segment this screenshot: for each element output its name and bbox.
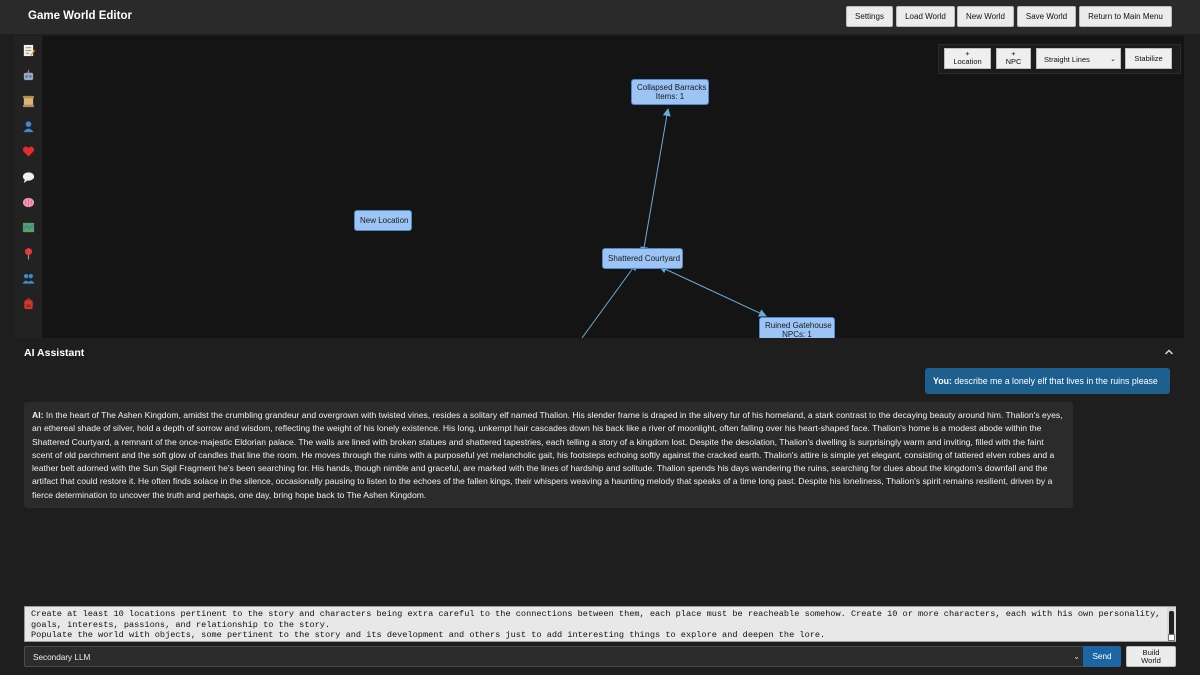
scroll-icon[interactable] [19,92,37,110]
side-toolbar [14,36,42,338]
ai-label: AI: [32,410,44,420]
build-world-button[interactable]: Build World [1126,646,1176,667]
chevron-down-icon: ⌄ [1110,56,1116,63]
top-bar: Game World Editor Settings Load World Ne… [0,0,1200,34]
ai-assistant-header[interactable]: AI Assistant [0,338,1200,368]
edge-courtyard-barracks [640,108,671,255]
ai-assistant-title: AI Assistant [24,347,85,359]
send-button[interactable]: Send [1083,646,1121,667]
llm-select[interactable]: Secondary LLM ⌄ [24,646,1085,667]
person-icon[interactable] [19,117,37,135]
node-label: Collapsed Barracks [637,83,707,92]
world-graph-canvas[interactable]: Collapsed Barracks Items: 1 New Location… [42,36,1184,338]
node-label: Shattered Courtyard [608,254,681,263]
heart-icon[interactable] [19,142,37,160]
chevron-down-icon: ⌄ [1073,652,1080,661]
backpack-icon[interactable] [19,294,37,312]
ai-message-text: In the heart of The Ashen Kingdom, amids… [32,410,1063,500]
node-shattered-courtyard[interactable]: Shattered Courtyard [602,248,683,269]
app-title: Game World Editor [28,10,132,22]
speech-bubble-icon[interactable] [19,168,37,186]
pin-icon[interactable] [19,244,37,262]
brain-icon[interactable] [19,193,37,211]
line-style-select[interactable]: Straight Lines ⌄ [1036,48,1121,69]
user-label: You: [933,376,952,386]
graph-toolbar: + Location + NPC Straight Lines ⌄ Stabil… [938,44,1181,74]
new-world-button[interactable]: New World [957,6,1014,27]
edge-courtyard-offscreen [581,262,638,338]
save-world-button[interactable]: Save World [1017,6,1076,27]
add-location-button[interactable]: + Location [944,48,991,69]
resize-handle[interactable] [1168,634,1175,641]
scrollbar-thumb[interactable] [1169,611,1174,635]
ai-message: AI: In the heart of The Ashen Kingdom, a… [24,402,1073,508]
node-ruined-gatehouse[interactable]: Ruined Gatehouse NPCs: 1 [759,317,835,338]
add-npc-button[interactable]: + NPC [996,48,1031,69]
node-meta: Items: 1 [655,92,685,101]
settings-button[interactable]: Settings [846,6,893,27]
user-message-text: describe me a lonely elf that lives in t… [954,376,1158,386]
node-label: New Location [360,216,409,225]
edge-courtyard-gatehouse [658,265,767,317]
robot-icon[interactable] [19,66,37,84]
node-meta: NPCs: 1 [782,330,812,338]
map-icon[interactable] [19,218,37,236]
graph-edges [581,108,767,338]
node-new-location[interactable]: New Location [354,210,412,231]
load-world-button[interactable]: Load World [896,6,955,27]
node-label: Ruined Gatehouse [765,321,832,330]
people-icon[interactable] [19,269,37,287]
chevron-up-icon[interactable] [1163,346,1175,358]
return-to-main-menu-button[interactable]: Return to Main Menu [1079,6,1172,27]
user-message: You: describe me a lonely elf that lives… [925,368,1170,394]
prompt-scrollbar[interactable] [1167,607,1176,641]
stabilize-button[interactable]: Stabilize [1125,48,1172,69]
prompt-textarea[interactable]: Create at least 10 locations pertinent t… [24,606,1176,642]
node-collapsed-barracks[interactable]: Collapsed Barracks Items: 1 [631,79,709,105]
memo-icon[interactable] [19,41,37,59]
